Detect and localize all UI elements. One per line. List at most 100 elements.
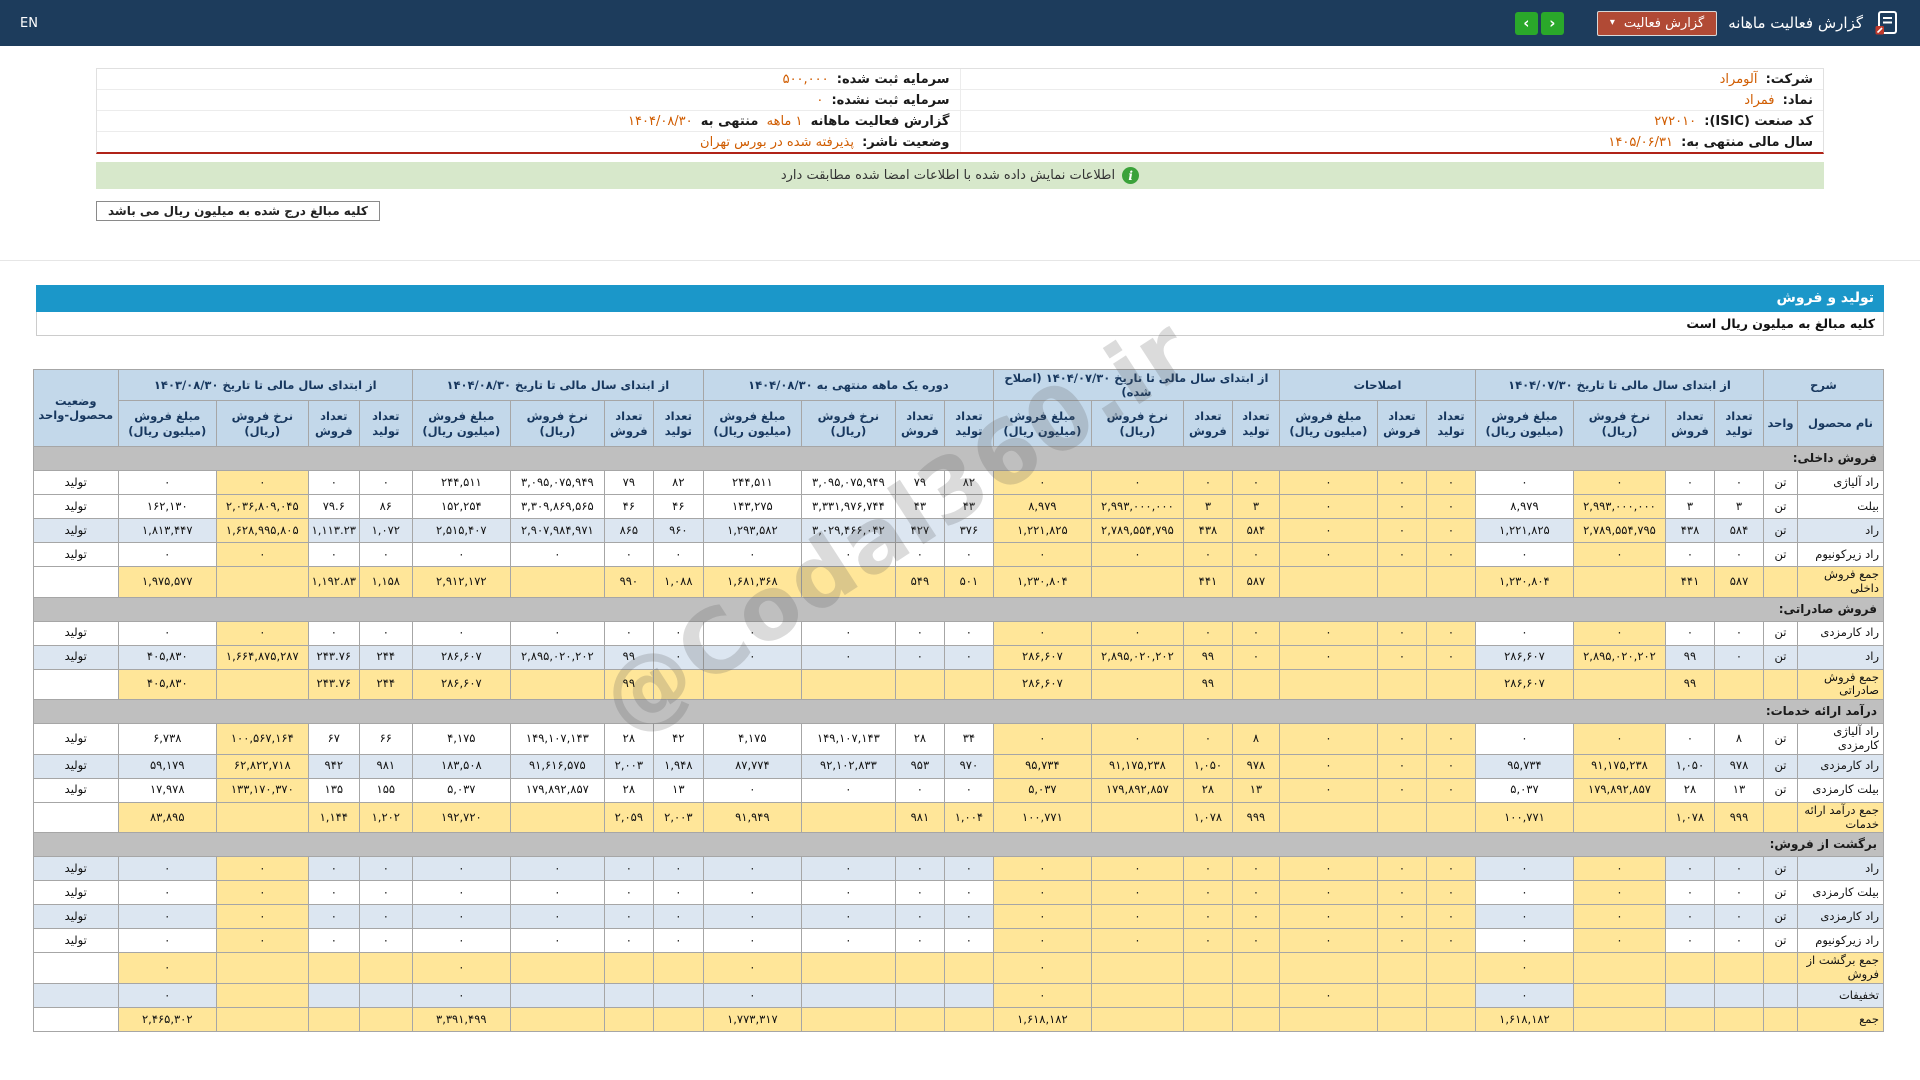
column-header: تعداد تولید — [652, 400, 704, 447]
status-cell: تولید — [32, 856, 119, 882]
unit-cell: تن — [1762, 928, 1799, 954]
value-cell: ۰ — [992, 470, 1092, 495]
value-cell: ۴۴۱ — [1182, 566, 1233, 598]
prev-report-button[interactable]: ‹ — [1514, 11, 1538, 35]
value-cell: ۹۹۹ — [1231, 801, 1280, 834]
value-cell: ۰ — [509, 904, 605, 930]
column-header: تعداد تولید — [1425, 400, 1476, 447]
value-cell: ۰ — [1231, 620, 1280, 646]
report-period-field: گزارش فعالیت ماهانه ۱ ماهه منتهی به ۱۴۰۴… — [97, 111, 960, 131]
product-name-cell: جمع برگشت از فروش — [1797, 952, 1884, 984]
value-cell — [652, 952, 704, 984]
value-cell: ۰ — [1425, 880, 1476, 906]
value-cell: ۰ — [943, 644, 994, 670]
product-row: بیلت کارمزدی تن ۱۳ ۲۸ ۱۷۹,۸۹۲,۸۵۷ ۵,۰۳۷ ۰ ۰ ۰ ۱۳ ۲… — [32, 777, 1884, 803]
value-cell: ۰ — [702, 542, 802, 567]
section-row: فروش داخلی: — [32, 446, 1885, 471]
value-cell: ۷۹ — [894, 470, 945, 495]
value-cell: ۰ — [1664, 470, 1715, 495]
value-cell: ۰ — [894, 904, 945, 930]
value-cell: ۱۹۲,۷۲۰ — [411, 801, 511, 834]
value-cell: ۰ — [411, 620, 511, 646]
value-cell: ۰ — [215, 620, 309, 646]
value-cell: ۹۵,۷۳۴ — [992, 753, 1092, 779]
product-name-cell: راد — [1797, 856, 1884, 882]
report-header: شرکت: آلومراد سرمایه ثبت شده: ۵۰۰,۰۰۰ نم… — [96, 68, 1824, 221]
value-cell — [1231, 982, 1280, 1008]
value-cell: ۱,۱۹۲.۸۳ — [307, 566, 360, 598]
column-group-header: از ابتدای سال مالی تا تاریخ ۱۴۰۳/۰۸/۳۰ — [117, 369, 413, 401]
value-cell: ۰ — [702, 982, 802, 1008]
column-header: نام محصول — [1797, 400, 1884, 447]
value-cell: ۰ — [1278, 723, 1378, 755]
value-cell: ۳۷۶ — [943, 518, 994, 543]
value-cell: ۰ — [411, 904, 511, 930]
field-value: ۱ ماهه — [766, 113, 803, 129]
field-label: نماد: — [1782, 92, 1813, 108]
value-cell: ۱,۱۵۸ — [358, 566, 413, 598]
product-name-cell: راد زیرکونیوم — [1797, 542, 1884, 567]
column-header: تعداد تولید — [358, 400, 413, 447]
value-cell: ۰ — [1231, 542, 1280, 567]
value-cell: ۰ — [1425, 542, 1476, 567]
value-cell — [1572, 982, 1666, 1008]
value-cell: ۹۶۰ — [652, 518, 704, 543]
value-cell: ۰ — [1474, 904, 1574, 930]
report-type-button[interactable]: گزارش فعالیت ▾ — [1596, 10, 1718, 36]
value-cell: ۲۴۳.۷۶ — [307, 668, 360, 701]
status-cell — [32, 952, 119, 984]
value-cell: ۰ — [307, 470, 360, 495]
next-report-button[interactable]: › — [1540, 11, 1564, 35]
value-cell: ۰ — [603, 856, 654, 882]
value-cell: ۱۵۵ — [358, 777, 413, 803]
value-cell: ۱,۰۸۸ — [652, 566, 704, 598]
value-cell — [1376, 801, 1427, 834]
value-cell: ۰ — [1090, 928, 1184, 954]
value-cell: ۰ — [800, 880, 896, 906]
field-label: سرمایه ثبت نشده: — [831, 92, 950, 108]
field-value: فمراد — [1744, 92, 1775, 108]
product-name-cell: جمع درآمد ارائه خدمات — [1797, 801, 1884, 834]
amounts-note-row: کلیه مبالغ درج شده به میلیون ریال می باش… — [96, 200, 1824, 221]
value-cell: ۴۴۱ — [1664, 566, 1715, 598]
unit-cell: تن — [1762, 777, 1799, 803]
info-row: شرکت: آلومراد سرمایه ثبت شده: ۵۰۰,۰۰۰ — [97, 69, 1823, 90]
value-cell: ۹۷۸ — [1713, 753, 1764, 779]
value-cell: ۰ — [307, 620, 360, 646]
value-cell: ۱,۰۵۰ — [1664, 753, 1715, 779]
product-name-cell: راد زیرکونیوم — [1797, 928, 1884, 954]
value-cell: ۰ — [800, 928, 896, 954]
value-cell — [603, 1006, 654, 1032]
value-cell — [1376, 1006, 1427, 1032]
unregistered-capital-field: سرمایه ثبت نشده: ۰ — [97, 90, 960, 110]
column-header: مبلغ فروش (میلیون ریال) — [411, 400, 511, 447]
value-cell: ۱,۶۲۸,۹۹۵,۸۰۵ — [215, 518, 309, 543]
language-toggle[interactable]: EN — [20, 16, 38, 31]
value-cell: ۰ — [215, 470, 309, 495]
unit-cell — [1762, 566, 1799, 598]
value-cell — [652, 982, 704, 1008]
value-cell: ۰ — [1713, 856, 1764, 882]
value-cell: ۰ — [1090, 620, 1184, 646]
value-cell: ۰ — [1376, 542, 1427, 567]
value-cell — [1278, 801, 1378, 834]
value-cell: ۰ — [215, 904, 309, 930]
value-cell: ۰ — [702, 777, 802, 803]
value-cell: ۳,۰۹۵,۰۷۵,۹۴۹ — [509, 470, 605, 495]
field-value: ۲۷۲۰۱۰ — [1654, 113, 1697, 129]
value-cell: ۰ — [800, 777, 896, 803]
value-cell — [1572, 801, 1666, 834]
status-cell: تولید — [32, 928, 119, 954]
value-cell: ۰ — [411, 928, 511, 954]
value-cell: ۰ — [1278, 982, 1378, 1008]
report-logo-icon — [1874, 10, 1900, 36]
value-cell — [1278, 1006, 1378, 1032]
value-cell: ۸۶ — [358, 494, 413, 519]
value-cell: ۰ — [943, 542, 994, 567]
value-cell: ۰ — [411, 982, 511, 1008]
info-icon: i — [1122, 167, 1140, 184]
alert-text: اطلاعات نمایش داده شده با اطلاعات امضا ش… — [780, 168, 1116, 183]
value-cell: ۹۹ — [603, 668, 654, 701]
value-cell: ۱۳۵ — [307, 777, 360, 803]
value-cell: ۰ — [509, 856, 605, 882]
